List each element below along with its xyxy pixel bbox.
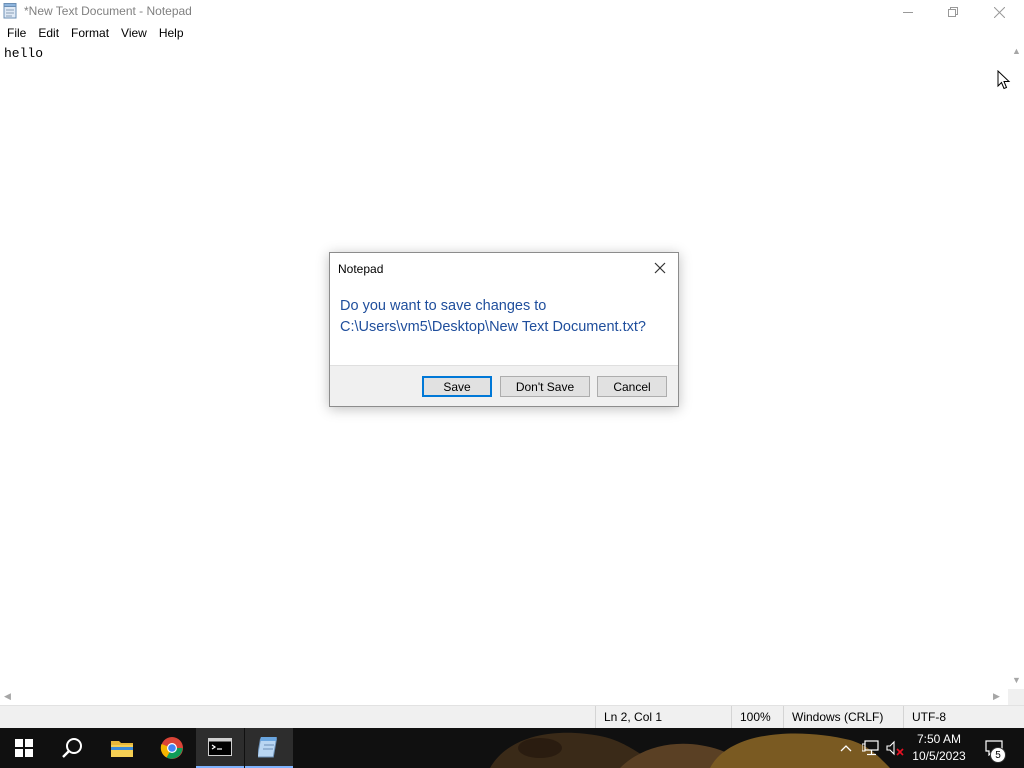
save-changes-dialog: Notepad Do you want to save changes to C… xyxy=(329,252,679,407)
dont-save-button[interactable]: Don't Save xyxy=(500,376,590,397)
restore-icon xyxy=(948,7,958,17)
title-bar[interactable]: *New Text Document - Notepad xyxy=(0,0,1024,24)
dialog-message-line1: Do you want to save changes to xyxy=(340,298,547,314)
terminal-button[interactable] xyxy=(196,728,244,768)
notepad-taskbar-button[interactable] xyxy=(245,728,293,768)
menu-view[interactable]: View xyxy=(115,24,153,43)
chrome-button[interactable] xyxy=(148,728,196,768)
close-icon xyxy=(654,262,666,274)
horizontal-scrollbar[interactable]: ◀ ▶ xyxy=(0,689,1008,705)
search-icon xyxy=(62,738,82,758)
notepad-icon xyxy=(258,737,278,758)
notepad-icon xyxy=(3,3,17,19)
chrome-icon xyxy=(160,737,183,759)
clock-date: 10/5/2023 xyxy=(912,749,966,763)
windows-start-icon xyxy=(15,739,33,757)
file-explorer-icon xyxy=(111,741,133,757)
status-bar: Ln 2, Col 1 100% Windows (CRLF) UTF-8 xyxy=(0,705,1024,729)
search-button[interactable] xyxy=(48,728,96,768)
minimize-icon xyxy=(903,12,913,13)
volume-button[interactable] xyxy=(884,728,906,768)
scroll-left-icon[interactable]: ◀ xyxy=(4,691,11,702)
save-button[interactable]: Save xyxy=(422,376,492,397)
status-position: Ln 2, Col 1 xyxy=(595,706,731,729)
dialog-close-button[interactable] xyxy=(652,260,668,276)
scroll-corner xyxy=(1008,689,1024,705)
menu-format[interactable]: Format xyxy=(65,24,115,43)
status-zoom: 100% xyxy=(731,706,783,729)
start-button[interactable] xyxy=(0,728,48,768)
show-hidden-icons-button[interactable] xyxy=(836,728,856,768)
restore-button[interactable] xyxy=(930,0,976,24)
dialog-message: Do you want to save changes to C:\Users\… xyxy=(340,296,675,338)
menu-help[interactable]: Help xyxy=(153,24,190,43)
menu-edit[interactable]: Edit xyxy=(32,24,65,43)
taskbar: 7:50 AM 10/5/2023 xyxy=(0,728,1024,768)
network-button[interactable] xyxy=(860,728,882,768)
status-encoding: UTF-8 xyxy=(903,706,1024,729)
dialog-message-line2: C:\Users\vm5\Desktop\New Text Document.t… xyxy=(340,319,646,335)
status-line-ending: Windows (CRLF) xyxy=(783,706,903,729)
close-window-button[interactable] xyxy=(976,0,1022,24)
menu-file[interactable]: File xyxy=(1,24,32,43)
close-icon xyxy=(993,6,1005,18)
scroll-right-icon[interactable]: ▶ xyxy=(993,691,1000,702)
cancel-button[interactable]: Cancel xyxy=(597,376,667,397)
clock-time: 7:50 AM xyxy=(916,732,962,746)
menu-bar: File Edit Format View Help xyxy=(0,24,1024,43)
file-explorer-button[interactable] xyxy=(98,728,146,768)
dialog-button-bar: Save Don't Save Cancel xyxy=(330,365,678,406)
notification-count-badge: 5 xyxy=(990,747,1006,763)
vertical-scrollbar[interactable]: ▲ ▼ xyxy=(1008,43,1024,689)
system-clock[interactable]: 7:50 AM 10/5/2023 xyxy=(906,731,972,765)
scroll-down-icon[interactable]: ▼ xyxy=(1012,675,1021,685)
chevron-up-icon xyxy=(840,745,852,752)
wallpaper-peek xyxy=(490,732,890,768)
volume-muted-icon xyxy=(886,740,904,756)
scroll-up-icon[interactable]: ▲ xyxy=(1012,46,1021,56)
dialog-title: Notepad xyxy=(338,262,384,276)
window-title: *New Text Document - Notepad xyxy=(24,4,192,18)
mouse-cursor-icon xyxy=(997,70,1011,90)
terminal-icon xyxy=(208,738,232,756)
network-icon xyxy=(862,740,879,756)
minimize-button[interactable] xyxy=(885,0,931,24)
